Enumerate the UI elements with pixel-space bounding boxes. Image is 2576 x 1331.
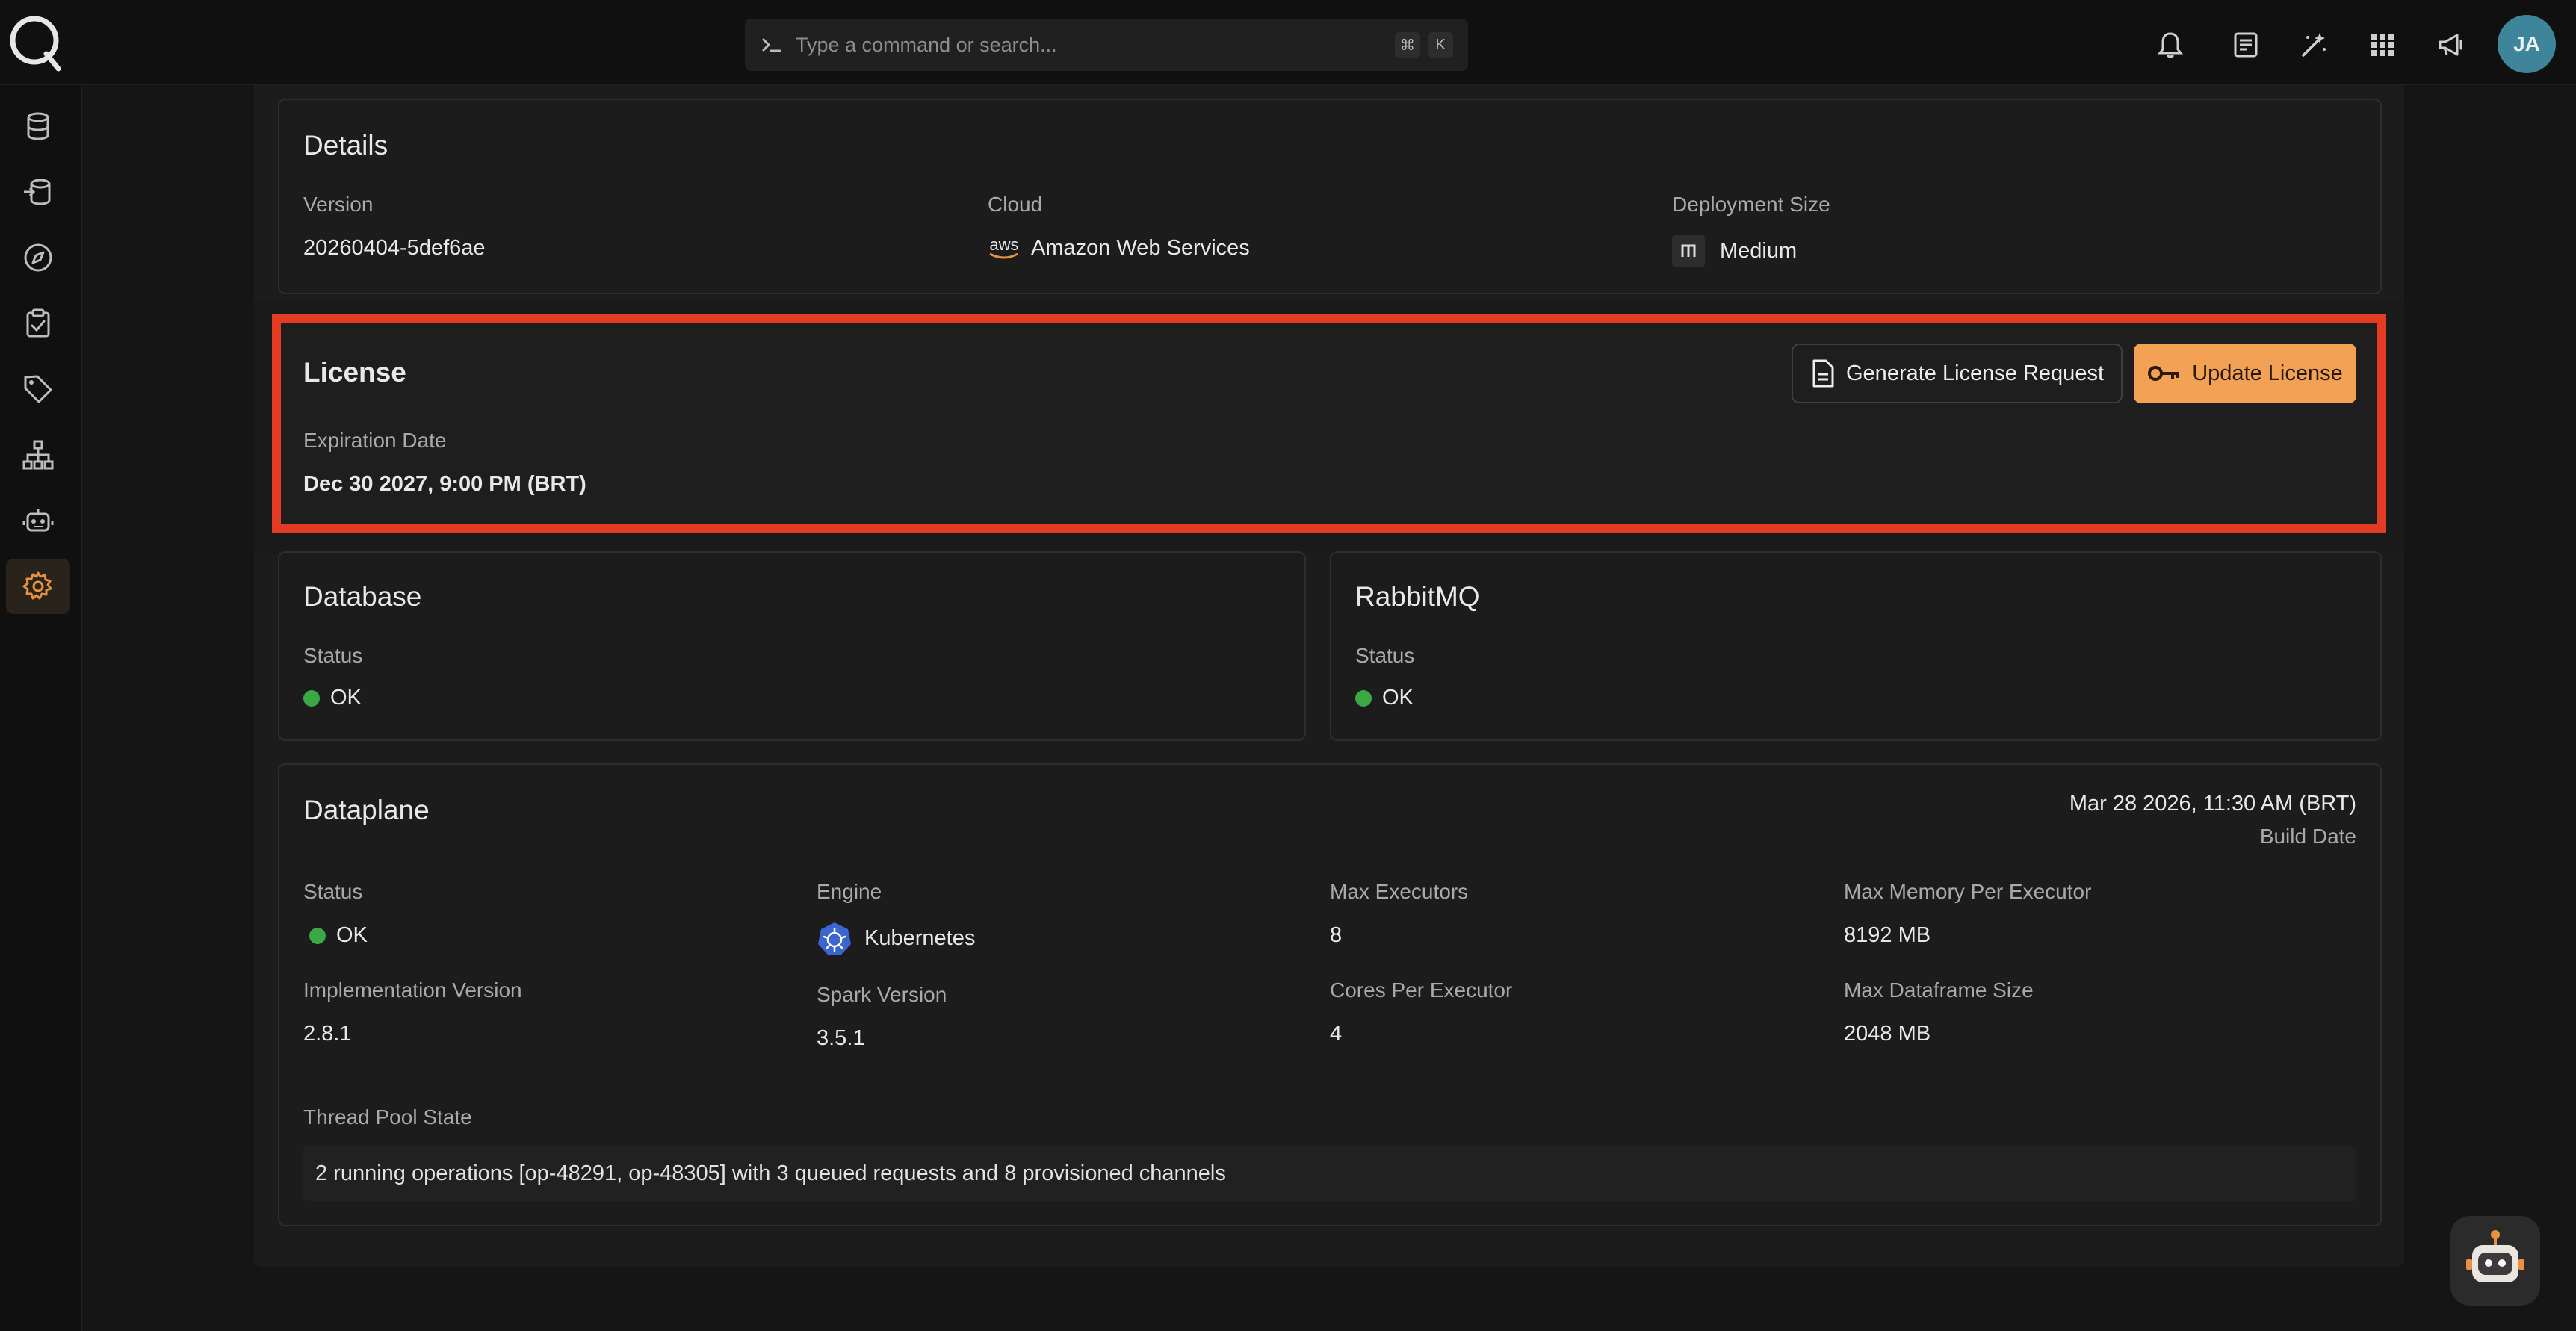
version-label: Version xyxy=(303,193,374,216)
update-license-label: Update License xyxy=(2192,361,2343,385)
database-status-value: OK xyxy=(303,686,362,710)
database-card: Database Status OK xyxy=(278,551,1306,741)
status-ok-dot xyxy=(1355,689,1372,707)
shortcut-k-key: K xyxy=(1428,32,1453,58)
gear-icon xyxy=(22,571,52,600)
max-dataframe-label: Max Dataframe Size xyxy=(1844,978,2034,1002)
database-title: Database xyxy=(303,581,422,612)
clipboard-check-icon xyxy=(26,308,50,338)
shortcut-cmd-key: ⌘ xyxy=(1395,32,1420,58)
document-icon[interactable] xyxy=(2229,28,2262,61)
search-placeholder[interactable]: Type a command or search... xyxy=(796,34,1387,57)
file-text-icon xyxy=(1812,359,1834,388)
sidebar-item-datasets[interactable] xyxy=(6,164,70,220)
sidebar-item-explore[interactable] xyxy=(6,230,70,285)
version-value: 20260404-5def6ae xyxy=(303,236,486,260)
rabbitmq-status-label: Status xyxy=(1355,644,1415,667)
terminal-prompt-icon xyxy=(762,38,781,52)
expiration-date-label: Expiration Date xyxy=(303,429,447,452)
license-title: License xyxy=(303,357,406,388)
details-title: Details xyxy=(303,130,388,161)
robot-icon xyxy=(22,509,54,532)
magic-wand-icon[interactable] xyxy=(2297,28,2330,61)
database-status-text: OK xyxy=(330,686,362,710)
datasets-icon xyxy=(24,179,51,205)
build-date-value: Mar 28 2026, 11:30 AM (BRT) xyxy=(2069,792,2356,816)
status-ok-dot xyxy=(309,927,326,944)
deployment-size-value: Medium xyxy=(1672,235,1797,267)
aws-logo-text: aws xyxy=(989,235,1019,254)
dataplane-status-label: Status xyxy=(303,880,363,903)
max-executors-value: 8 xyxy=(1330,923,1343,947)
deployment-size-label: Deployment Size xyxy=(1672,193,1830,216)
spark-version-value: 3.5.1 xyxy=(817,1026,865,1050)
assistant-bot-button[interactable] xyxy=(2450,1216,2540,1306)
status-ok-dot xyxy=(303,689,320,707)
bell-icon[interactable] xyxy=(2154,28,2187,61)
database-icon xyxy=(27,112,49,140)
kubernetes-icon xyxy=(818,922,851,955)
update-license-button[interactable]: Update License xyxy=(2134,344,2356,403)
aws-icon: aws xyxy=(988,235,1021,260)
spark-version-label: Spark Version xyxy=(817,983,947,1006)
rabbitmq-title: RabbitMQ xyxy=(1355,581,1480,612)
rabbitmq-status-value: OK xyxy=(1355,686,1414,710)
build-date-label: Build Date xyxy=(2259,825,2356,848)
key-icon xyxy=(2148,366,2179,381)
sidebar-item-tags[interactable] xyxy=(6,362,70,417)
engine-label: Engine xyxy=(817,880,882,903)
implementation-version-value: 2.8.1 xyxy=(303,1022,352,1046)
apps-grid-icon[interactable] xyxy=(2366,28,2399,61)
user-avatar[interactable]: JA xyxy=(2498,15,2556,73)
max-memory-label: Max Memory Per Executor xyxy=(1844,880,2092,903)
tag-icon xyxy=(24,375,52,403)
implementation-version-label: Implementation Version xyxy=(303,978,522,1002)
rabbitmq-status-text: OK xyxy=(1382,686,1414,710)
dataplane-status-value: OK xyxy=(309,923,368,948)
robot-assistant-icon xyxy=(2466,1230,2524,1282)
generate-license-request-button[interactable]: Generate License Request xyxy=(1792,344,2123,403)
details-card: Details Version 20260404-5def6ae Cloud a… xyxy=(278,99,2382,294)
cloud-label: Cloud xyxy=(988,193,1043,216)
command-search[interactable]: Type a command or search... ⌘ K xyxy=(745,19,1468,71)
size-m-icon xyxy=(1672,235,1705,267)
engine-value: Kubernetes xyxy=(817,920,975,956)
expiration-date-value: Dec 30 2027, 9:00 PM (BRT) xyxy=(303,472,586,496)
rabbitmq-card: RabbitMQ Status OK xyxy=(1330,551,2382,741)
max-memory-value: 8192 MB xyxy=(1844,923,1931,947)
sidebar xyxy=(0,85,82,1331)
cores-per-executor-value: 4 xyxy=(1330,1022,1343,1046)
cloud-value-text: Amazon Web Services xyxy=(1031,236,1250,260)
top-bar: Type a command or search... ⌘ K JA xyxy=(0,0,2576,85)
dataplane-status-text: OK xyxy=(336,923,368,947)
max-dataframe-value: 2048 MB xyxy=(1844,1022,1931,1046)
hierarchy-icon xyxy=(22,440,54,470)
megaphone-icon[interactable] xyxy=(2435,28,2468,61)
database-status-label: Status xyxy=(303,644,363,667)
cloud-value: aws Amazon Web Services xyxy=(988,236,1250,261)
generate-license-request-label: Generate License Request xyxy=(1846,361,2104,385)
max-executors-label: Max Executors xyxy=(1330,880,1469,903)
sidebar-item-settings[interactable] xyxy=(6,559,70,614)
compass-icon xyxy=(24,243,52,272)
engine-text: Kubernetes xyxy=(864,925,976,950)
sidebar-item-database[interactable] xyxy=(6,99,70,154)
sidebar-item-hierarchy[interactable] xyxy=(6,427,70,483)
cores-per-executor-label: Cores Per Executor xyxy=(1330,978,1513,1002)
sidebar-item-agents[interactable] xyxy=(6,493,70,548)
deployment-size-text: Medium xyxy=(1720,238,1798,263)
app-logo-icon[interactable] xyxy=(7,12,64,72)
thread-pool-label: Thread Pool State xyxy=(303,1105,472,1129)
dataplane-title: Dataplane xyxy=(303,795,430,825)
thread-pool-value: 2 running operations [op-48291, op-48305… xyxy=(303,1146,2356,1201)
sidebar-item-tasks[interactable] xyxy=(6,296,70,351)
